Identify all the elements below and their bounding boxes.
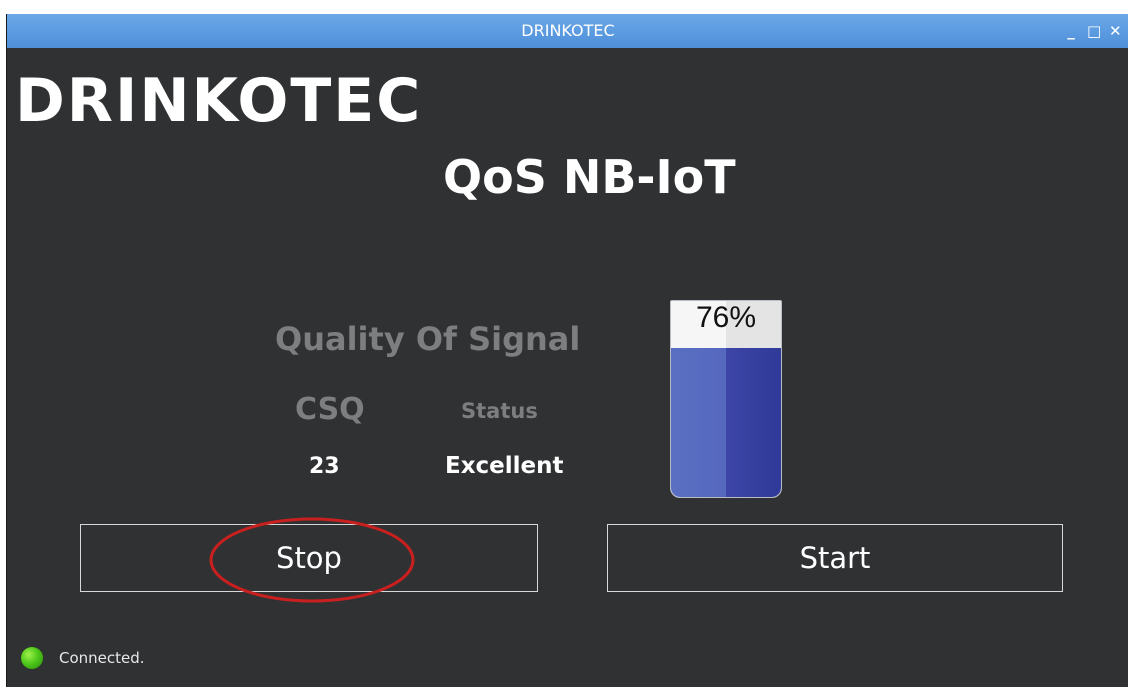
signal-level-meter: 76% xyxy=(670,300,782,498)
brand-title: DRINKOTEC xyxy=(15,66,423,136)
highlight-ellipse xyxy=(209,517,415,603)
maximize-icon[interactable]: □ xyxy=(1087,22,1101,40)
window-controls: _ □ ✕ xyxy=(1065,22,1121,40)
page-subtitle: QoS NB-IoT xyxy=(443,150,736,204)
csq-value: 23 xyxy=(309,454,340,479)
status-value: Excellent xyxy=(445,453,564,479)
minimize-icon[interactable]: _ xyxy=(1065,22,1077,40)
csq-label: CSQ xyxy=(295,392,365,427)
meter-fill xyxy=(671,348,781,497)
connection-indicator-icon xyxy=(21,647,43,669)
window-title: DRINKOTEC xyxy=(521,21,615,40)
quality-heading: Quality Of Signal xyxy=(275,320,581,358)
title-bar[interactable]: DRINKOTEC _ □ ✕ xyxy=(7,14,1128,48)
meter-percentage: 76% xyxy=(695,301,757,334)
close-icon[interactable]: ✕ xyxy=(1109,22,1122,40)
connection-status-text: Connected. xyxy=(59,649,145,667)
app-window: DRINKOTEC _ □ ✕ DRINKOTEC QoS NB-IoT Qua… xyxy=(6,14,1128,687)
status-label: Status xyxy=(461,399,538,423)
status-bar: Connected. xyxy=(21,644,145,672)
start-button[interactable]: Start xyxy=(607,524,1063,592)
